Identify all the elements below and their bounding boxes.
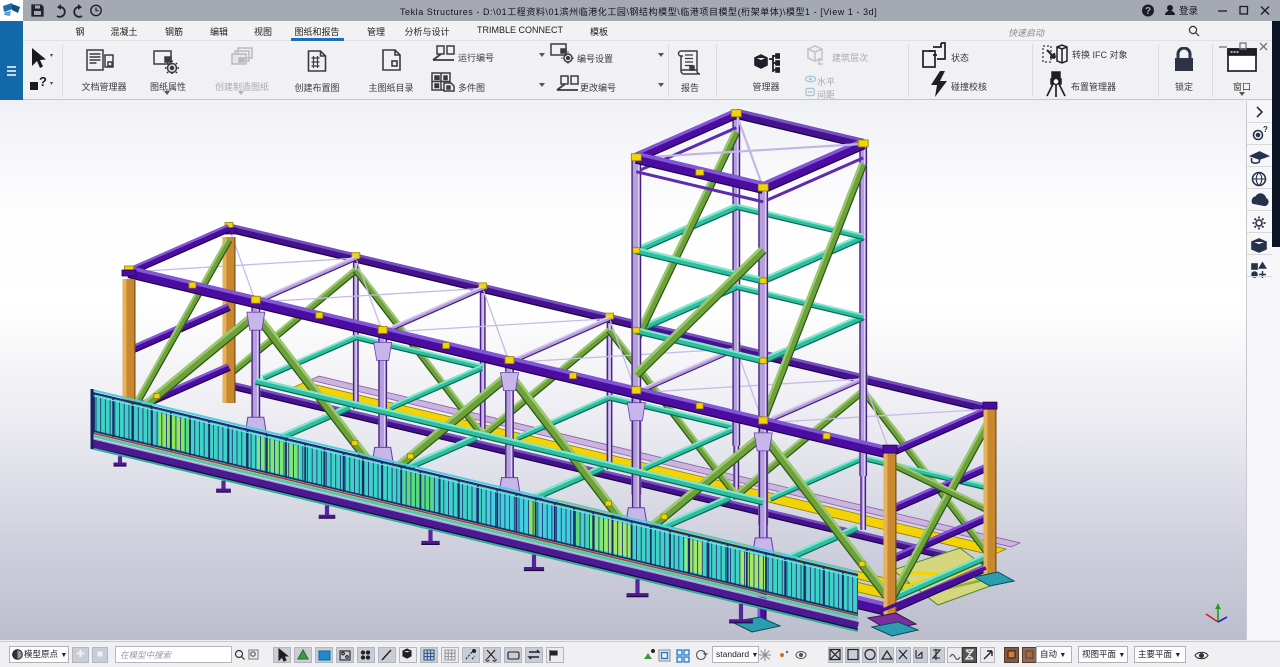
svg-text:?: ? (39, 74, 47, 89)
svg-text:?: ? (1263, 125, 1268, 134)
svg-text:?: ? (1145, 6, 1151, 17)
svg-text:登录: 登录 (1179, 6, 1199, 17)
